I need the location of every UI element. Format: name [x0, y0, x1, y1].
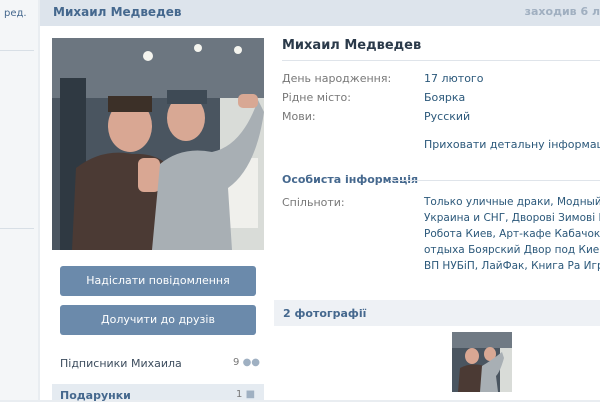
left-navigation: ред.: [0, 0, 38, 400]
header-user-name[interactable]: Михаил Медведев: [53, 5, 182, 19]
nav-divider: [0, 50, 34, 51]
gift-icon: ■: [245, 389, 256, 400]
add-friend-button[interactable]: Долучити до друзів: [60, 305, 256, 335]
gifts-title[interactable]: Подарунки: [60, 389, 131, 402]
subscribers-count: 9 ●●: [233, 357, 260, 368]
gifts-count: 1 ■: [236, 389, 255, 400]
edit-link[interactable]: ред.: [4, 8, 27, 19]
hometown-value[interactable]: Боярка: [424, 91, 465, 104]
hometown-label: Рідне місто:: [282, 91, 351, 104]
communities-line[interactable]: Робота Киев, Арт-кафе Кабачок,: [424, 228, 600, 240]
communities-label: Спільноти:: [282, 196, 345, 209]
profile-name: Михаил Медведев: [282, 38, 422, 53]
nav-divider: [0, 228, 34, 229]
divider: [390, 180, 600, 181]
communities-line[interactable]: Только уличные драки, Модный П: [424, 196, 600, 208]
languages-value[interactable]: Русский: [424, 110, 470, 123]
subscribers-count-value: 9: [233, 357, 240, 368]
profile-photo-icon: [52, 38, 264, 250]
languages-label: Мови:: [282, 110, 316, 123]
page-header: Михаил Медведев заходив 6 л: [40, 0, 600, 26]
photo-thumbnail-icon: [452, 332, 512, 392]
hide-details-link[interactable]: Приховати детальну інформацію: [424, 138, 600, 151]
divider: [282, 60, 600, 61]
gifts-count-value: 1: [236, 389, 243, 400]
online-status: заходив 6 л: [524, 5, 600, 18]
subscribers-link[interactable]: Підписники Михаила: [60, 357, 182, 370]
communities-line[interactable]: ВП НУБіП, ЛайФак, Книга Ра Игро: [424, 260, 600, 272]
birthday-label: День народження:: [282, 72, 392, 85]
communities-line[interactable]: отдыха Боярский Двор под Киево: [424, 244, 600, 256]
profile-photo[interactable]: [52, 38, 264, 250]
communities-line[interactable]: Украина и СНГ, Дворові Зимові Іг: [424, 212, 600, 224]
send-message-button[interactable]: Надіслати повідомлення: [60, 266, 256, 296]
people-icon: ●●: [242, 357, 261, 368]
photo-thumbnail[interactable]: [452, 332, 512, 392]
photos-title[interactable]: 2 фотографії: [283, 307, 366, 320]
birthday-value[interactable]: 17 лютого: [424, 72, 483, 85]
